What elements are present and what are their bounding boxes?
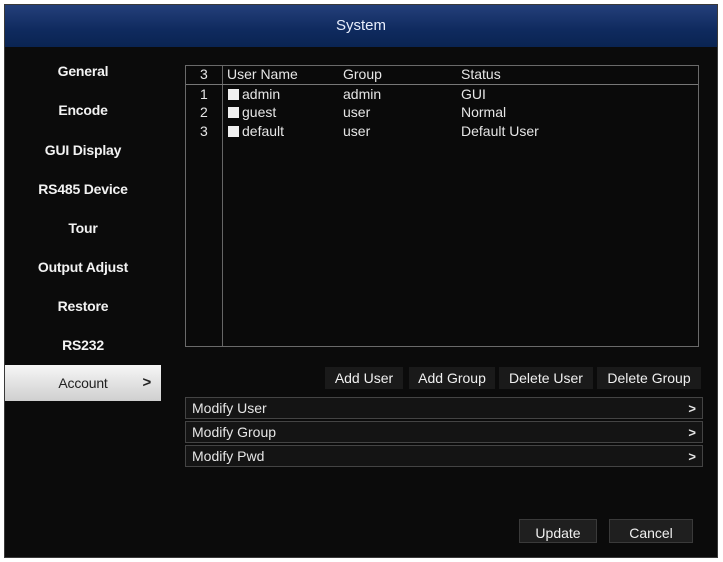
- row-group: user: [343, 123, 371, 139]
- table-row[interactable]: 3 default user Default User: [186, 123, 698, 141]
- table-header: 3 User Name Group Status: [186, 66, 698, 85]
- sidebar-item-gui-display[interactable]: GUI Display: [5, 132, 161, 168]
- chevron-right-icon: >: [688, 449, 696, 464]
- row-checkbox[interactable]: [228, 89, 239, 100]
- sidebar-item-account[interactable]: Account >: [5, 365, 161, 401]
- row-username: default: [242, 123, 285, 139]
- modify-pwd-label: Modify Pwd: [192, 448, 265, 464]
- table-row[interactable]: 2 guest user Normal: [186, 104, 698, 122]
- sidebar-item-tour[interactable]: Tour: [5, 210, 161, 246]
- column-header-group: Group: [343, 66, 382, 82]
- modify-group-row[interactable]: Modify Group >: [185, 421, 703, 443]
- row-group: admin: [343, 86, 382, 102]
- table-row[interactable]: 1 admin admin GUI: [186, 86, 698, 104]
- modify-group-label: Modify Group: [192, 424, 277, 440]
- update-button[interactable]: Update: [519, 519, 597, 543]
- modify-pwd-row[interactable]: Modify Pwd >: [185, 445, 703, 467]
- modify-user-label: Modify User: [192, 400, 267, 416]
- cancel-button[interactable]: Cancel: [609, 519, 693, 543]
- row-status: Normal: [461, 104, 507, 120]
- row-status: GUI: [461, 86, 486, 102]
- sidebar-item-rs485-device[interactable]: RS485 Device: [5, 171, 161, 207]
- row-checkbox[interactable]: [228, 107, 239, 118]
- sidebar-item-rs232[interactable]: RS232: [5, 327, 161, 363]
- user-count: 3: [200, 66, 208, 82]
- chevron-right-icon: >: [688, 425, 696, 440]
- add-user-button[interactable]: Add User: [325, 367, 403, 389]
- row-checkbox[interactable]: [228, 126, 239, 137]
- sidebar-item-output-adjust[interactable]: Output Adjust: [5, 249, 161, 285]
- chevron-right-icon: >: [688, 401, 696, 416]
- sidebar: General Encode GUI Display RS485 Device …: [5, 47, 161, 557]
- delete-group-button[interactable]: Delete Group: [597, 367, 701, 389]
- add-group-button[interactable]: Add Group: [409, 367, 495, 389]
- system-window: System General Encode GUI Display RS485 …: [4, 4, 718, 558]
- chevron-right-icon: >: [142, 374, 151, 391]
- column-header-username: User Name: [227, 66, 298, 82]
- row-index: 3: [200, 123, 208, 139]
- row-username: guest: [242, 104, 277, 120]
- sidebar-item-label: Account: [58, 375, 108, 391]
- row-username: admin: [242, 86, 281, 102]
- row-status: Default User: [461, 123, 539, 139]
- sidebar-item-general[interactable]: General: [5, 53, 161, 89]
- sidebar-item-encode[interactable]: Encode: [5, 92, 161, 128]
- column-header-status: Status: [461, 66, 501, 82]
- user-table: 3 User Name Group Status 1 admin admin G…: [185, 65, 699, 347]
- row-index: 2: [200, 104, 208, 120]
- delete-user-button[interactable]: Delete User: [499, 367, 593, 389]
- row-group: user: [343, 104, 371, 120]
- window-title: System: [5, 5, 717, 47]
- sidebar-item-restore[interactable]: Restore: [5, 288, 161, 324]
- modify-user-row[interactable]: Modify User >: [185, 397, 703, 419]
- row-index: 1: [200, 86, 208, 102]
